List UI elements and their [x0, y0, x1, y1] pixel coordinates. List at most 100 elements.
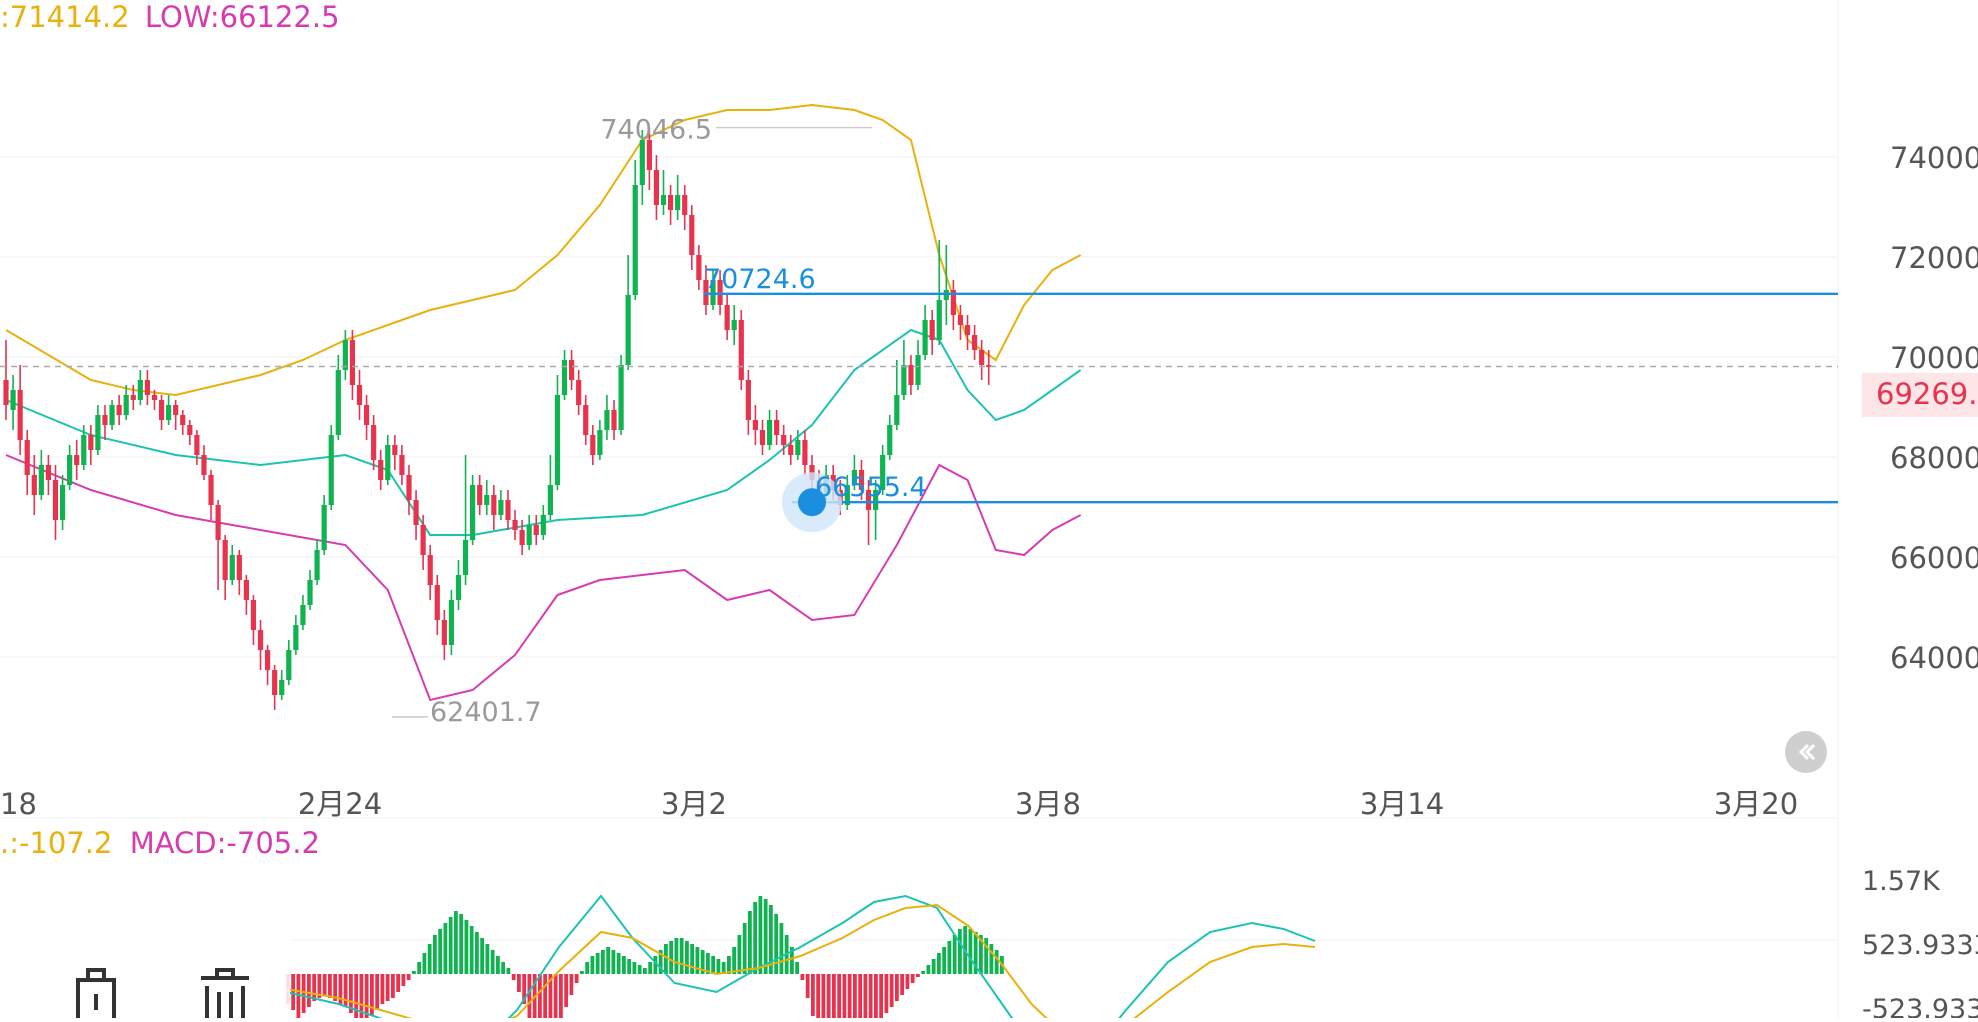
macd-bar-up: [585, 962, 590, 974]
macd-bar-up: [748, 911, 752, 974]
bollinger-bands: [5, 103, 1082, 702]
annotations: 74046.5 62401.7 70724.6 66555.4: [392, 115, 927, 728]
macd-bar-down: [821, 974, 826, 1018]
candle-body: [31, 475, 37, 495]
macd-bar-up: [648, 962, 653, 974]
macd-bar-up: [595, 953, 600, 974]
candle-body: [533, 525, 539, 535]
macd-bar-up: [443, 923, 448, 974]
candle-up: [470, 475, 476, 545]
macd-bar-down: [559, 974, 563, 1018]
candle-down: [371, 415, 377, 470]
candle-body: [144, 380, 150, 395]
candle-up: [901, 340, 907, 400]
lock-tool-button[interactable]: [66, 930, 126, 1018]
candle-body: [597, 430, 603, 455]
candle-up: [675, 175, 681, 220]
candle-down: [3, 340, 9, 420]
candle-body: [229, 555, 235, 580]
candle-down: [406, 465, 412, 515]
candle-body: [286, 650, 292, 680]
candle-up: [731, 305, 737, 345]
candle-body: [781, 435, 787, 445]
delete-tool-button[interactable]: [195, 930, 255, 1018]
upper-band-line: [5, 103, 1082, 397]
candle-body: [137, 380, 143, 400]
candle-up: [229, 545, 235, 585]
price-tick-label: 74000: [1890, 141, 1978, 175]
macd-bar-down: [569, 974, 574, 995]
candle-down: [116, 395, 122, 425]
candle-body: [279, 680, 285, 695]
candle-up: [922, 305, 928, 360]
macd-bar-up: [501, 962, 506, 974]
candle-body: [929, 320, 935, 340]
rewind-button[interactable]: [1785, 731, 1827, 773]
candle-body: [682, 195, 688, 215]
macd-bar-up: [590, 956, 595, 974]
candle-up: [314, 540, 320, 585]
candle-up: [342, 330, 348, 380]
candle-body: [795, 440, 801, 455]
macd-bar-up: [496, 956, 500, 974]
macd-bar-up: [637, 965, 642, 974]
macd-bar-up: [968, 929, 973, 974]
candle-body: [788, 445, 794, 455]
candle-body: [109, 405, 115, 425]
candle-body: [491, 495, 497, 515]
candle-body: [293, 625, 299, 650]
candle-body: [484, 495, 490, 505]
candle-up: [597, 420, 603, 460]
macd-bar-up: [627, 959, 632, 974]
candle-body: [74, 455, 80, 465]
macd-bar-up: [632, 962, 637, 974]
macd-bar-down: [401, 974, 406, 986]
grid-lines: [0, 0, 1839, 1018]
candle-body: [201, 455, 207, 475]
macd-bar-up: [438, 929, 443, 974]
macd-bar-down: [805, 974, 810, 998]
candle-body: [696, 255, 702, 280]
macd-bar-up: [643, 968, 647, 974]
candle-down: [491, 485, 497, 530]
candle-body: [540, 515, 546, 535]
macd-bar-down: [816, 974, 821, 1018]
macd-bar-up: [480, 938, 485, 974]
macd-bar-down: [853, 974, 857, 1018]
candle-body: [272, 670, 278, 695]
candle-body: [611, 410, 617, 430]
macd-bar-down: [874, 974, 878, 1018]
candle-body: [470, 485, 476, 540]
macd-bar-up: [753, 902, 758, 974]
candle-body: [166, 405, 172, 420]
candle-up: [894, 360, 900, 430]
macd-bar-up: [580, 971, 584, 974]
macd-bar-up: [685, 941, 689, 974]
macd-header: .:-107.2 MACD:-705.2: [0, 826, 320, 860]
low-readout: LOW:66122.5: [144, 0, 340, 34]
macd-bar-down: [343, 974, 348, 1007]
macd-bar-up: [937, 953, 941, 974]
macd-bar-up: [931, 959, 936, 974]
candle-body: [639, 140, 645, 185]
candle-down: [272, 665, 278, 710]
candle-down: [420, 515, 426, 570]
candle-body: [653, 170, 660, 205]
candle-down: [964, 315, 971, 350]
candlestick-chart[interactable]: 74000 72000 70000 68000 66000 64000 18 2月24 3月2 3…: [0, 0, 1978, 1018]
candle-body: [519, 530, 525, 545]
candle-up: [385, 435, 391, 485]
macd-bar-up: [490, 950, 495, 974]
candle-body: [123, 395, 129, 415]
candle-body: [222, 540, 228, 580]
candle-body: [24, 440, 30, 475]
candle-down: [477, 475, 483, 515]
candle-up: [915, 340, 921, 390]
candle-body: [675, 195, 681, 210]
candle-body: [632, 185, 638, 295]
candle-down: [774, 410, 780, 445]
macd-bar-down: [380, 974, 385, 1004]
macd-bar-up: [758, 896, 763, 974]
date-tick-label: 2月24: [298, 787, 382, 821]
candle-body: [547, 485, 553, 515]
